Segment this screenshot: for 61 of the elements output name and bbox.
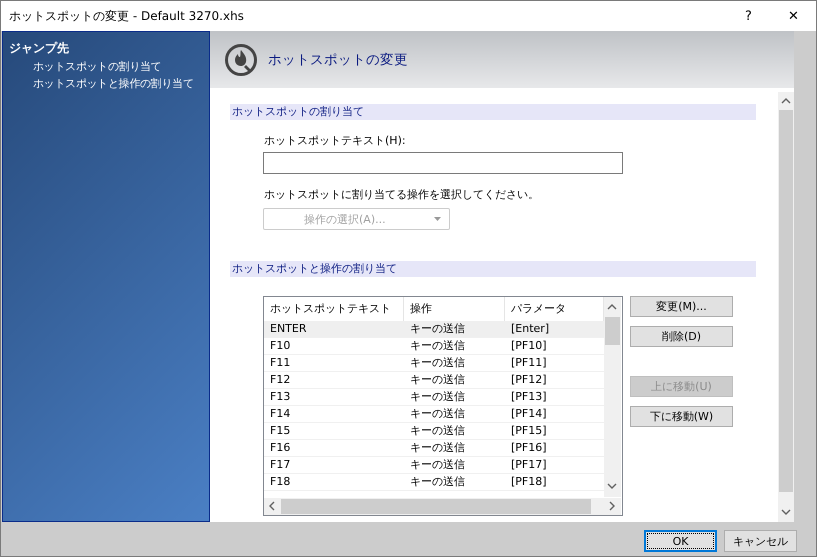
table-cell[interactable]: F18 [264, 474, 404, 491]
table-cell[interactable]: ENTER [264, 321, 404, 338]
table-cell[interactable]: キーの送信 [404, 423, 505, 440]
list-action-button[interactable]: 削除(D) [630, 326, 733, 347]
page-title: ホットスポットの変更 [268, 50, 408, 68]
table-cell[interactable]: F12 [264, 372, 404, 389]
scrollbar-thumb[interactable] [281, 499, 591, 514]
help-button[interactable]: ? [726, 8, 771, 24]
horizontal-scrollbar[interactable] [264, 498, 621, 515]
window-title: ホットスポットの変更 - Default 3270.xhs [9, 8, 245, 24]
table-cell[interactable]: F13 [264, 389, 404, 406]
table-cell[interactable]: キーの送信 [404, 457, 505, 474]
list-action-button[interactable]: 変更(M)... [630, 296, 733, 317]
dialog-button[interactable]: キャンセル [724, 530, 797, 552]
table-cell[interactable]: F15 [264, 423, 404, 440]
field-label: ホットスポットテキスト(H): [264, 133, 407, 148]
vertical-scrollbar[interactable] [778, 92, 794, 522]
section-heading: ホットスポットと操作の割り当て [230, 261, 756, 277]
table-cell[interactable]: F14 [264, 406, 404, 423]
scroll-right-icon[interactable] [608, 501, 616, 511]
scrollbar-thumb[interactable] [605, 317, 620, 345]
table-cell[interactable]: キーの送信 [404, 321, 505, 338]
table-cell[interactable]: F16 [264, 440, 404, 457]
table-cell[interactable]: [PF13] [505, 389, 604, 406]
table-cell[interactable]: F17 [264, 457, 404, 474]
table-cell[interactable]: [PF11] [505, 355, 604, 372]
list-action-button[interactable]: 下に移動(W) [630, 406, 733, 427]
table-cell[interactable]: F11 [264, 355, 404, 372]
table-cell[interactable]: [PF12] [505, 372, 604, 389]
scrollbar-thumb[interactable] [779, 110, 793, 492]
scroll-down-icon[interactable] [607, 482, 617, 490]
table-cell[interactable]: [PF14] [505, 406, 604, 423]
table-cell[interactable]: [PF15] [505, 423, 604, 440]
table-cell[interactable]: キーの送信 [404, 338, 505, 355]
instruction-text: ホットスポットに割り当てる操作を選択してください。 [264, 187, 540, 202]
table-cell[interactable]: キーの送信 [404, 474, 505, 491]
table-cell[interactable]: [PF18] [505, 474, 604, 491]
hotspot-text-field[interactable] [263, 152, 623, 174]
close-button[interactable]: ✕ [771, 8, 816, 24]
dialog-button[interactable]: OK [644, 530, 717, 552]
section-heading: ホットスポットの割り当て [230, 104, 756, 120]
table-cell[interactable]: キーの送信 [404, 372, 505, 389]
flame-wrench-icon [224, 42, 258, 76]
table-cell[interactable]: [PF10] [505, 338, 604, 355]
table-cell[interactable]: キーの送信 [404, 406, 505, 423]
vertical-scrollbar[interactable] [604, 297, 621, 497]
sidebar-heading: ジャンプ先 [9, 40, 70, 57]
sidebar-link[interactable]: ホットスポットと操作の割り当て [9, 76, 203, 91]
table-cell[interactable]: F10 [264, 338, 404, 355]
dropdown-caret-icon [434, 217, 441, 221]
table-cell[interactable]: [PF16] [505, 440, 604, 457]
sidebar-link[interactable]: ホットスポットの割り当て [9, 59, 203, 74]
scroll-down-icon[interactable] [781, 508, 791, 516]
scroll-up-icon[interactable] [781, 97, 791, 105]
scroll-up-icon[interactable] [607, 303, 617, 311]
table-cell[interactable]: キーの送信 [404, 440, 505, 457]
table-cell[interactable]: [Enter] [505, 321, 604, 338]
table-cell[interactable]: [PF17] [505, 457, 604, 474]
scroll-left-icon[interactable] [268, 501, 276, 511]
table-cell[interactable]: キーの送信 [404, 355, 505, 372]
table-cell[interactable]: キーの送信 [404, 389, 505, 406]
